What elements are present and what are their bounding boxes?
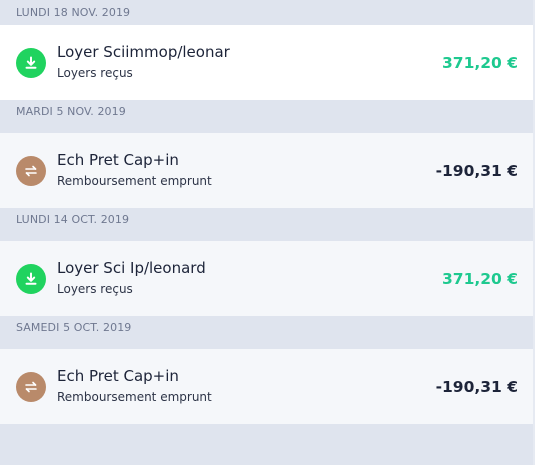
transaction-title: Ech Pret Cap+in	[57, 151, 179, 169]
transaction-row[interactable]: Ech Pret Cap+in Remboursement emprunt -1…	[0, 133, 535, 208]
transaction-row[interactable]: Loyer Sciimmop/leonar Loyers reçus 371,2…	[0, 25, 535, 100]
transaction-row[interactable]: Ech Pret Cap+in Remboursement emprunt -1…	[0, 349, 535, 424]
transfer-arrows-icon	[16, 155, 46, 186]
transaction-amount: -190,31 €	[435, 161, 518, 180]
transaction-list: LUNDI 18 NOV. 2019 Loyer Sciimmop/leonar…	[0, 0, 535, 424]
transaction-text: Loyer Sciimmop/leonar Loyers reçus	[57, 43, 442, 81]
transaction-text: Loyer Sci Ip/leonard Loyers reçus	[57, 259, 442, 297]
date-header: LUNDI 18 NOV. 2019	[0, 0, 535, 25]
date-header: LUNDI 14 OCT. 2019	[0, 208, 535, 241]
date-header: SAMEDI 5 OCT. 2019	[0, 316, 535, 349]
transaction-text: Ech Pret Cap+in Remboursement emprunt	[57, 367, 436, 405]
transaction-category: Remboursement emprunt	[57, 174, 212, 188]
transaction-category: Loyers reçus	[57, 66, 133, 80]
transaction-title: Ech Pret Cap+in	[57, 367, 179, 385]
transaction-category: Remboursement emprunt	[57, 390, 212, 404]
transaction-row[interactable]: Loyer Sci Ip/leonard Loyers reçus 371,20…	[0, 241, 535, 316]
transaction-amount: 371,20 €	[442, 269, 518, 288]
transaction-text: Ech Pret Cap+in Remboursement emprunt	[57, 151, 436, 189]
transfer-arrows-icon	[16, 371, 46, 402]
download-icon	[16, 47, 46, 78]
transaction-amount: -190,31 €	[435, 377, 518, 396]
date-header: MARDI 5 NOV. 2019	[0, 100, 535, 133]
download-icon	[16, 263, 46, 294]
transaction-title: Loyer Sciimmop/leonar	[57, 43, 230, 61]
transaction-title: Loyer Sci Ip/leonard	[57, 259, 206, 277]
transaction-amount: 371,20 €	[442, 53, 518, 72]
transaction-category: Loyers reçus	[57, 282, 133, 296]
